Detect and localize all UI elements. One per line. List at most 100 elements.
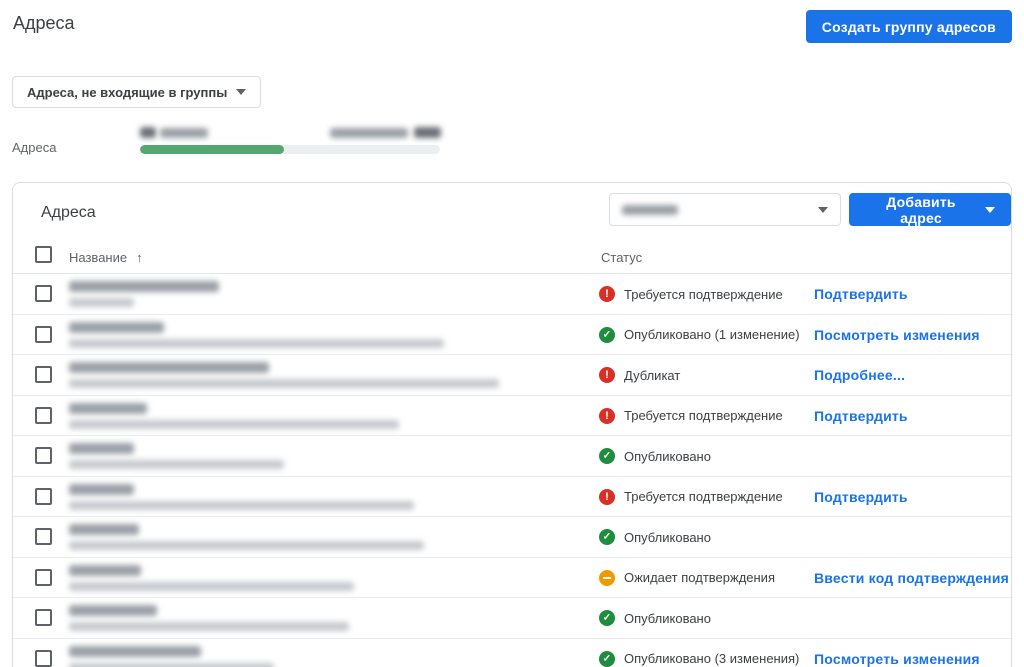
status-label: Требуется подтверждение xyxy=(624,408,783,423)
row-checkbox[interactable] xyxy=(35,488,52,505)
row-action-link[interactable]: Ввести код подтверждения xyxy=(814,558,1009,598)
table-row: Дубликат Подробнее... xyxy=(13,355,1011,396)
row-action-link[interactable]: Посмотреть изменения xyxy=(814,315,980,355)
create-address-group-label: Создать группу адресов xyxy=(822,19,996,35)
create-address-group-button[interactable]: Создать группу адресов xyxy=(806,10,1012,43)
sort-ascending-icon: ↑ xyxy=(136,250,143,265)
status-label: Ожидает подтверждения xyxy=(624,570,775,585)
status-cell: Дубликат xyxy=(599,355,680,395)
error-exclamation-icon xyxy=(599,367,615,383)
row-action-link[interactable]: Подробнее... xyxy=(814,355,905,395)
status-cell: Ожидает подтверждения xyxy=(599,558,775,598)
published-progress-bar xyxy=(140,145,440,154)
name-cell xyxy=(69,524,424,550)
table-row: Требуется подтверждение Подтвердить xyxy=(13,274,1011,315)
redacted-address xyxy=(69,298,134,307)
select-all-checkbox[interactable] xyxy=(35,246,52,263)
error-exclamation-icon xyxy=(599,286,615,302)
status-cell: Требуется подтверждение xyxy=(599,396,783,436)
published-check-icon xyxy=(599,327,615,343)
table-row: Опубликовано xyxy=(13,517,1011,558)
row-checkbox[interactable] xyxy=(35,326,52,343)
table-header: Название ↑ Статус xyxy=(13,241,1011,274)
redacted-count-text xyxy=(160,128,208,138)
redacted-select-value xyxy=(622,205,678,215)
addresses-card: Адреса Добавить адрес Название ↑ Статус Т… xyxy=(12,182,1012,667)
status-label: Требуется подтверждение xyxy=(624,489,783,504)
card-title: Адреса xyxy=(41,204,96,222)
published-check-icon xyxy=(599,529,615,545)
name-cell xyxy=(69,281,219,307)
row-action-link[interactable]: Подтвердить xyxy=(814,477,908,517)
summary-label: Адреса xyxy=(12,140,56,155)
table-body: Требуется подтверждение Подтвердить Опуб… xyxy=(13,274,1011,667)
status-label: Дубликат xyxy=(624,368,680,383)
redacted-business-name xyxy=(69,403,147,414)
summary-redacted-stats xyxy=(140,126,440,139)
name-cell xyxy=(69,605,349,631)
row-checkbox[interactable] xyxy=(35,447,52,464)
row-action-link[interactable]: Посмотреть изменения xyxy=(814,639,980,667)
row-checkbox[interactable] xyxy=(35,569,52,586)
status-label: Требуется подтверждение xyxy=(624,287,783,302)
name-cell xyxy=(69,565,354,591)
name-cell xyxy=(69,322,444,348)
redacted-address xyxy=(69,420,399,429)
status-label: Опубликовано xyxy=(624,611,711,626)
status-cell: Опубликовано xyxy=(599,436,711,476)
redacted-count-badge xyxy=(140,127,156,138)
address-group-select[interactable] xyxy=(609,193,841,226)
published-check-icon xyxy=(599,651,615,667)
status-label: Опубликовано xyxy=(624,449,711,464)
row-checkbox[interactable] xyxy=(35,609,52,626)
name-header-label: Название xyxy=(69,250,127,265)
row-action-link[interactable]: Подтвердить xyxy=(814,274,908,314)
column-header-name[interactable]: Название ↑ xyxy=(69,250,143,265)
name-cell xyxy=(69,443,284,469)
status-cell: Требуется подтверждение xyxy=(599,477,783,517)
error-exclamation-icon xyxy=(599,489,615,505)
redacted-address xyxy=(69,460,284,469)
table-row: Опубликовано xyxy=(13,436,1011,477)
redacted-business-name xyxy=(69,362,269,373)
redacted-business-name xyxy=(69,443,134,454)
row-checkbox[interactable] xyxy=(35,650,52,667)
redacted-address xyxy=(69,339,444,348)
table-row: Ожидает подтверждения Ввести код подтвер… xyxy=(13,558,1011,599)
table-row: Требуется подтверждение Подтвердить xyxy=(13,396,1011,437)
redacted-published-text xyxy=(330,128,408,138)
redacted-business-name xyxy=(69,322,164,333)
chevron-down-icon xyxy=(985,207,995,213)
table-row: Опубликовано (1 изменение) Посмотреть из… xyxy=(13,315,1011,356)
redacted-business-name xyxy=(69,605,157,616)
name-cell xyxy=(69,362,499,388)
name-cell xyxy=(69,646,274,667)
page-title: Адреса xyxy=(13,13,75,34)
add-address-button[interactable]: Добавить адрес xyxy=(849,193,1011,226)
column-header-status: Статус xyxy=(601,250,642,265)
redacted-address xyxy=(69,582,354,591)
redacted-business-name xyxy=(69,565,141,576)
row-checkbox[interactable] xyxy=(35,285,52,302)
group-filter-label: Адреса, не входящие в группы xyxy=(27,85,227,100)
status-cell: Опубликовано xyxy=(599,598,711,638)
status-cell: Опубликовано (3 изменения) xyxy=(599,639,799,667)
table-row: Опубликовано xyxy=(13,598,1011,639)
status-label: Опубликовано (1 изменение) xyxy=(624,327,800,342)
redacted-business-name xyxy=(69,646,201,657)
published-progress-fill xyxy=(140,145,284,154)
error-exclamation-icon xyxy=(599,408,615,424)
row-checkbox[interactable] xyxy=(35,407,52,424)
row-checkbox[interactable] xyxy=(35,528,52,545)
redacted-address xyxy=(69,379,499,388)
table-row: Требуется подтверждение Подтвердить xyxy=(13,477,1011,518)
redacted-address xyxy=(69,622,349,631)
row-checkbox[interactable] xyxy=(35,366,52,383)
name-cell xyxy=(69,484,414,510)
locations-page: Адреса Создать группу адресов Адреса, не… xyxy=(0,0,1024,667)
redacted-business-name xyxy=(69,484,134,495)
table-row: Опубликовано (3 изменения) Посмотреть из… xyxy=(13,639,1011,667)
group-filter-dropdown[interactable]: Адреса, не входящие в группы xyxy=(12,76,261,108)
redacted-business-name xyxy=(69,281,219,292)
row-action-link[interactable]: Подтвердить xyxy=(814,396,908,436)
